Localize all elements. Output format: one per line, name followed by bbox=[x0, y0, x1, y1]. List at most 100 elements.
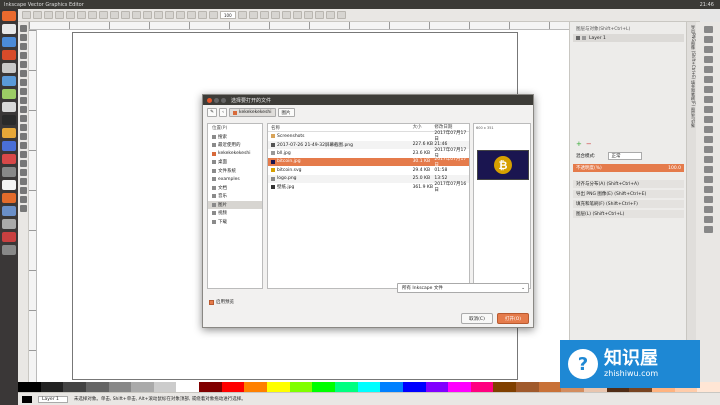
dropper-tool-icon[interactable] bbox=[19, 196, 27, 203]
box-tool-icon[interactable] bbox=[19, 79, 27, 86]
terminal-icon[interactable] bbox=[2, 115, 16, 125]
color-swatch[interactable] bbox=[244, 382, 268, 392]
app-icon[interactable] bbox=[2, 76, 16, 86]
rect-tool-icon[interactable] bbox=[19, 70, 27, 77]
toolbar-button[interactable] bbox=[132, 11, 141, 19]
star-tool-icon[interactable] bbox=[19, 97, 27, 104]
snap-icon[interactable] bbox=[703, 116, 713, 123]
place-pictures[interactable]: 图片 bbox=[208, 200, 262, 209]
opacity-value[interactable]: 100.0 bbox=[668, 166, 681, 171]
zoom-tool-icon[interactable] bbox=[19, 52, 27, 59]
clock[interactable]: 21:46 bbox=[700, 2, 714, 8]
enable-preview-checkbox[interactable]: 启用预览 bbox=[209, 299, 234, 305]
color-swatch[interactable] bbox=[63, 382, 86, 392]
text-tool-icon[interactable] bbox=[19, 142, 27, 149]
color-swatch[interactable] bbox=[108, 382, 132, 392]
file-row[interactable]: 壁纸.jpg 361.9 KB 2017年07月16日 bbox=[268, 182, 469, 193]
dash-icon[interactable] bbox=[2, 11, 16, 21]
path-segment-pictures[interactable]: 图片 bbox=[277, 108, 295, 117]
snap-icon[interactable] bbox=[703, 206, 713, 213]
remove-layer-icon[interactable]: − bbox=[586, 140, 592, 148]
snap-icon[interactable] bbox=[703, 86, 713, 93]
color-swatch[interactable] bbox=[289, 382, 313, 392]
app-icon[interactable] bbox=[2, 206, 16, 216]
toolbar-button[interactable] bbox=[143, 11, 152, 19]
firefox-icon[interactable] bbox=[2, 50, 16, 60]
ellipse-tool-icon[interactable] bbox=[19, 88, 27, 95]
opacity-slider[interactable]: 不透明度(%) 100.0 bbox=[573, 164, 684, 172]
snap-icon[interactable] bbox=[703, 26, 713, 33]
close-icon[interactable] bbox=[207, 97, 212, 103]
files-icon[interactable] bbox=[2, 24, 16, 34]
toolbar-button[interactable] bbox=[303, 11, 313, 19]
toolbar-button[interactable] bbox=[198, 11, 207, 19]
toolbar-button[interactable] bbox=[55, 11, 64, 19]
snap-icon[interactable] bbox=[703, 56, 713, 63]
spray-tool-icon[interactable] bbox=[19, 151, 27, 158]
snap-icon[interactable] bbox=[703, 146, 713, 153]
eye-icon[interactable] bbox=[576, 36, 580, 40]
snap-icon[interactable] bbox=[703, 126, 713, 133]
toolbar-button[interactable] bbox=[44, 11, 53, 19]
tweak-tool-icon[interactable] bbox=[19, 43, 27, 50]
app-icon[interactable] bbox=[2, 154, 16, 164]
color-swatch[interactable] bbox=[18, 382, 41, 392]
app-icon[interactable] bbox=[2, 232, 16, 242]
toolbar-button[interactable] bbox=[336, 11, 346, 19]
toolbar-button[interactable] bbox=[88, 11, 97, 19]
toolbar-button[interactable] bbox=[187, 11, 196, 19]
toolbar-button[interactable] bbox=[77, 11, 86, 19]
color-swatch[interactable] bbox=[267, 382, 290, 392]
place-desktop[interactable]: 桌面 bbox=[208, 158, 262, 167]
place-documents[interactable]: 文档 bbox=[208, 184, 262, 193]
file-row[interactable]: Screenshots 2017年07月17日 bbox=[268, 131, 469, 142]
open-button[interactable]: 打开(O) bbox=[497, 313, 529, 324]
color-swatch[interactable] bbox=[402, 382, 426, 392]
toolbar-button[interactable] bbox=[22, 11, 31, 19]
color-swatch[interactable] bbox=[334, 382, 358, 392]
horizontal-ruler[interactable] bbox=[29, 22, 569, 30]
snap-icon[interactable] bbox=[703, 66, 713, 73]
column-name[interactable]: 名称 bbox=[268, 124, 413, 131]
color-swatch[interactable] bbox=[697, 382, 720, 392]
toolbar-button[interactable] bbox=[165, 11, 174, 19]
connector-tool-icon[interactable] bbox=[19, 205, 27, 212]
panel-fill-stroke[interactable]: 填充和笔刷(F) (Shift+Ctrl+F) bbox=[573, 200, 684, 208]
software-center-icon[interactable] bbox=[2, 193, 16, 203]
snap-icon[interactable] bbox=[703, 226, 713, 233]
color-swatch[interactable] bbox=[425, 382, 449, 392]
toolbar-button[interactable] bbox=[66, 11, 75, 19]
maximize-icon[interactable] bbox=[221, 97, 226, 103]
layer-select[interactable]: Layer 1 bbox=[38, 395, 68, 403]
place-examples[interactable]: examples bbox=[208, 175, 262, 184]
toolbar-button[interactable] bbox=[121, 11, 130, 19]
blend-select[interactable]: 正常 bbox=[607, 152, 642, 160]
add-layer-icon[interactable]: + bbox=[576, 140, 582, 148]
toolbar-button[interactable] bbox=[325, 11, 335, 19]
gradient-tool-icon[interactable] bbox=[19, 178, 27, 185]
file-type-filter[interactable]: 所有 Inkscape 文件 ⌄ bbox=[397, 283, 529, 293]
color-swatch[interactable] bbox=[176, 382, 200, 392]
place-music[interactable]: 音乐 bbox=[208, 192, 262, 201]
color-swatch[interactable] bbox=[85, 382, 109, 392]
color-swatch[interactable] bbox=[470, 382, 494, 392]
spiral-tool-icon[interactable] bbox=[19, 106, 27, 113]
toolbar-button[interactable] bbox=[99, 11, 108, 19]
fill-indicator[interactable] bbox=[22, 395, 32, 403]
edit-path-button[interactable]: ✎ bbox=[207, 108, 217, 117]
toolbar-button[interactable] bbox=[33, 11, 42, 19]
lock-icon[interactable] bbox=[582, 36, 586, 40]
minimize-icon[interactable] bbox=[214, 97, 219, 103]
snap-icon[interactable] bbox=[703, 136, 713, 143]
app-icon[interactable] bbox=[2, 128, 16, 138]
snap-icon[interactable] bbox=[703, 76, 713, 83]
color-swatch[interactable] bbox=[199, 382, 222, 392]
snap-icon[interactable] bbox=[703, 166, 713, 173]
snap-icon[interactable] bbox=[703, 36, 713, 43]
panel-align[interactable]: 对齐与分布(A) (Shift+Ctrl+A) bbox=[573, 180, 684, 188]
node-tool-icon[interactable] bbox=[19, 34, 27, 41]
toolbar-button[interactable] bbox=[270, 11, 280, 19]
panel-layers[interactable]: 图层(L) (Shift+Ctrl+L) bbox=[573, 210, 684, 218]
file-row-selected[interactable]: bitcoin.jpg 30.1 KB 2017年07月17日 bbox=[268, 157, 469, 168]
toolbar-button[interactable] bbox=[248, 11, 258, 19]
